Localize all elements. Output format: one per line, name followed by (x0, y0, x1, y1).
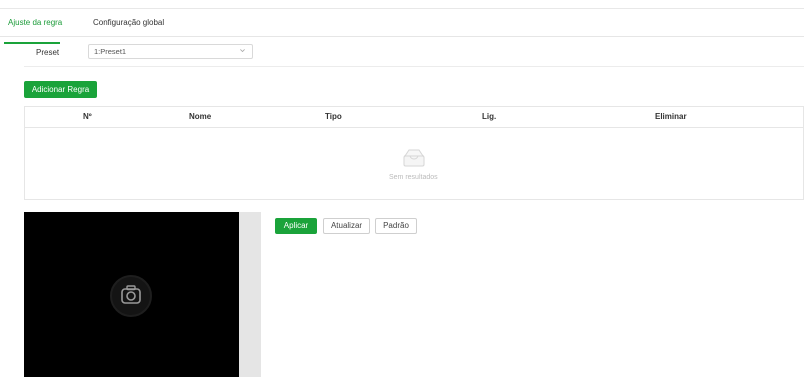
column-header-type: Tipo (325, 112, 342, 121)
column-header-number: Nº (83, 112, 92, 121)
preset-label: Preset (36, 48, 60, 57)
camera-placeholder (110, 275, 152, 317)
column-header-enable: Lig. (482, 112, 497, 121)
add-rule-button[interactable]: Adicionar Regra (24, 81, 97, 98)
table-header: Nº Nome Tipo Lig. Eliminar (25, 107, 803, 128)
refresh-button[interactable]: Atualizar (323, 218, 370, 234)
camera-icon (121, 285, 141, 304)
column-header-name: Nome (189, 112, 212, 121)
preset-select[interactable]: 1:Preset1 (88, 44, 253, 59)
column-header-delete: Eliminar (655, 112, 687, 121)
apply-button[interactable]: Aplicar (275, 218, 317, 234)
divider (24, 66, 804, 67)
tab-global-settings[interactable]: Configuração global (93, 18, 164, 27)
video-scrollbar[interactable] (239, 212, 261, 377)
chevron-down-icon (239, 47, 246, 56)
default-button[interactable]: Padrão (375, 218, 417, 234)
empty-box-icon (401, 147, 427, 174)
rules-table: Nº Nome Tipo Lig. Eliminar Sem resultado… (24, 106, 804, 200)
empty-message: Sem resultados (389, 174, 438, 181)
active-tab-indicator (4, 42, 60, 44)
tab-bar: Ajuste da regra Configuração global (0, 8, 804, 44)
tab-rule-settings[interactable]: Ajuste da regra (8, 18, 62, 27)
preset-select-value: 1:Preset1 (94, 47, 127, 56)
video-preview[interactable] (24, 212, 239, 377)
